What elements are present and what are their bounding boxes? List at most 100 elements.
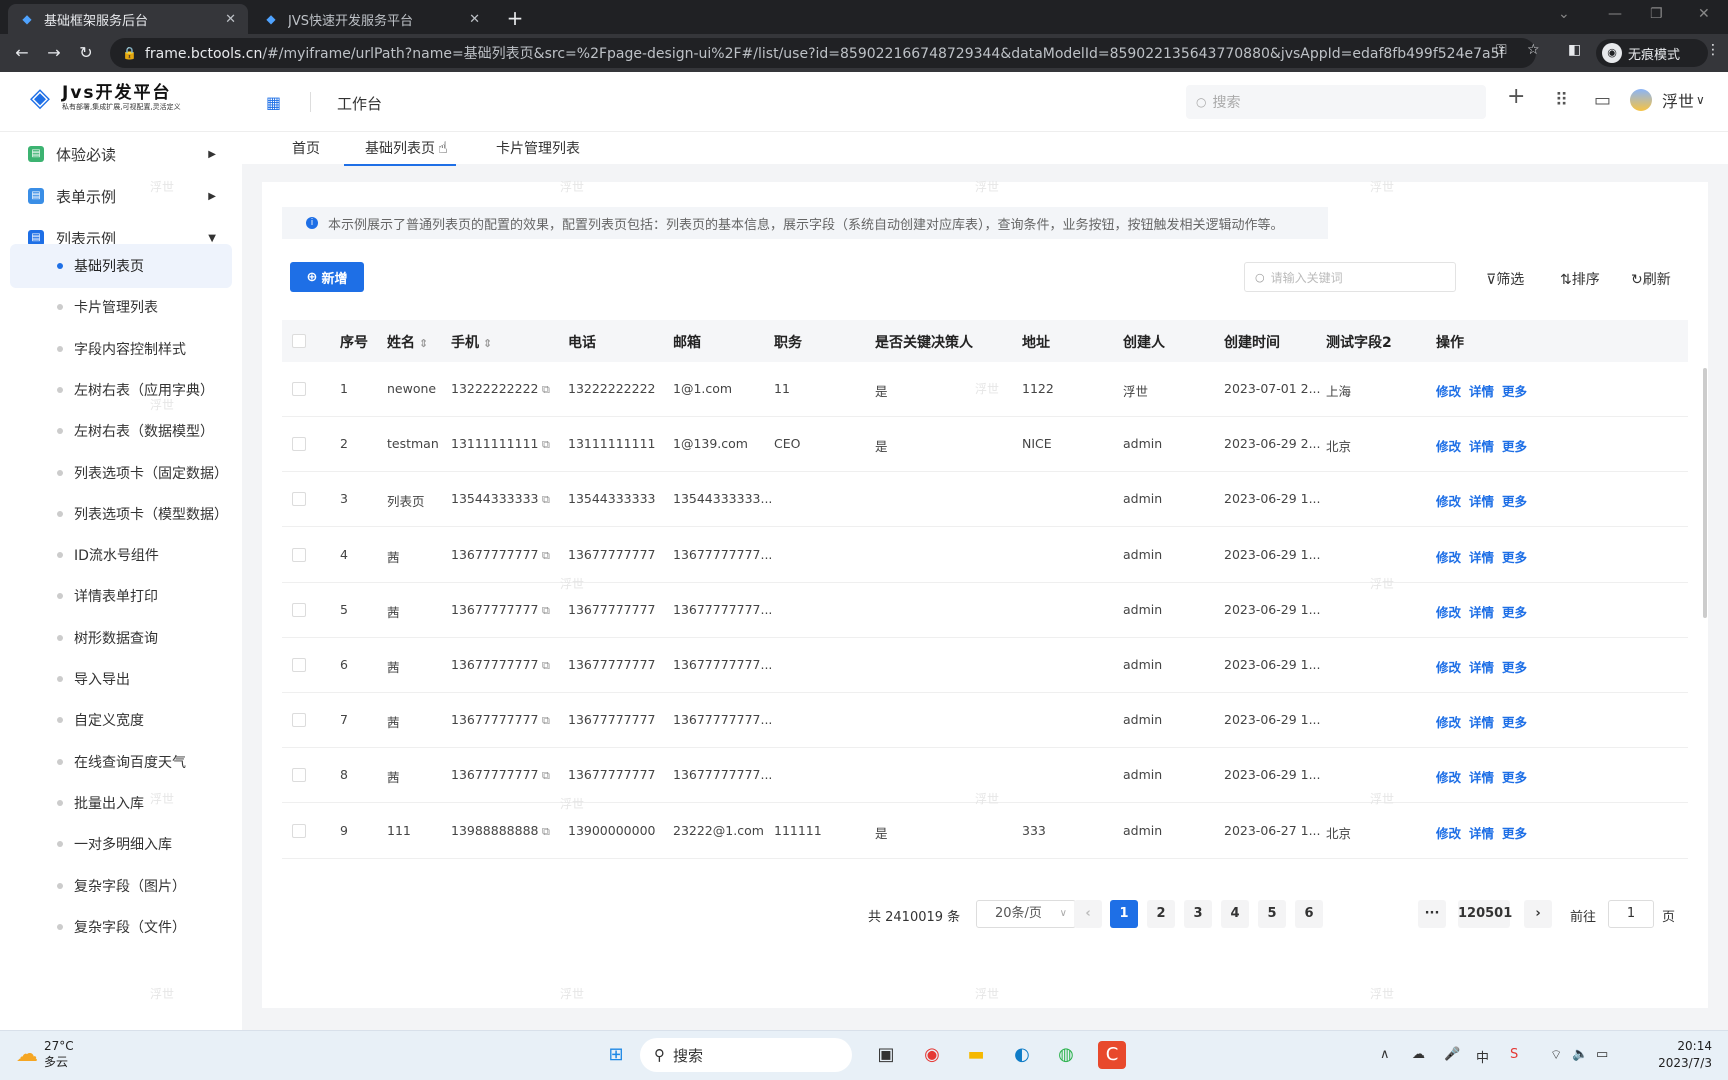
row-detail-link[interactable]: 详情 <box>1469 602 1494 621</box>
copy-icon[interactable]: ⧉ <box>538 493 550 506</box>
global-search-input[interactable]: ○ 搜索 <box>1186 85 1486 119</box>
taskbar-search[interactable]: ⚲ 搜索 <box>640 1038 852 1072</box>
sidebar-group-1[interactable]: ▤ 体验必读 ▶ <box>0 132 242 176</box>
row-detail-link[interactable]: 详情 <box>1469 436 1494 455</box>
row-checkbox[interactable] <box>292 823 306 838</box>
page-button[interactable]: 3 <box>1184 900 1212 928</box>
page-ellipsis[interactable]: ··· <box>1418 900 1446 928</box>
row-more-link[interactable]: 更多 <box>1502 436 1527 455</box>
sidebar-item[interactable]: 卡片管理列表 <box>10 285 232 329</box>
weather-widget[interactable]: ☁ 27°C 多云 <box>16 1039 74 1070</box>
row-checkbox[interactable] <box>292 492 306 507</box>
row-more-link[interactable]: 更多 <box>1502 767 1527 786</box>
chat-icon[interactable]: ▭ <box>1594 90 1611 111</box>
user-menu[interactable]: 浮世 ∨ <box>1630 88 1705 112</box>
cloud-icon[interactable]: ☁ <box>1412 1047 1425 1062</box>
apps-grid-icon[interactable]: ⠿ <box>1555 90 1568 111</box>
clock[interactable]: 20:14 2023/7/3 <box>1632 1038 1712 1072</box>
row-more-link[interactable]: 更多 <box>1502 491 1527 510</box>
chevron-down-icon[interactable]: ⌄ <box>1558 6 1570 22</box>
sidebar-item[interactable]: 树形数据查询 <box>10 616 232 660</box>
row-more-link[interactable]: 更多 <box>1502 602 1527 621</box>
sidebar-item[interactable]: 复杂字段（图片） <box>10 864 232 908</box>
volume-icon[interactable]: 🔈 <box>1572 1047 1588 1062</box>
copy-icon[interactable]: ⧉ <box>538 604 550 617</box>
copy-icon[interactable]: ⧉ <box>538 438 550 451</box>
battery-icon[interactable]: ▭ <box>1596 1047 1608 1062</box>
row-more-link[interactable]: 更多 <box>1502 381 1527 400</box>
row-more-link[interactable]: 更多 <box>1502 823 1527 842</box>
copy-icon[interactable]: ⧉ <box>538 769 550 782</box>
keyword-search-input[interactable]: ○ 请输入关键词 <box>1244 262 1456 292</box>
star-icon[interactable]: ☆ <box>1527 42 1540 58</box>
tray-app-icon[interactable]: S <box>1510 1047 1518 1062</box>
close-icon[interactable]: ✕ <box>469 12 480 27</box>
row-edit-link[interactable]: 修改 <box>1436 712 1461 731</box>
tab-home[interactable]: 首页 <box>292 138 320 158</box>
page-button[interactable]: 5 <box>1258 900 1286 928</box>
row-more-link[interactable]: 更多 <box>1502 657 1527 676</box>
workbench-link[interactable]: 工作台 <box>337 93 382 114</box>
more-menu-icon[interactable]: ⋮ <box>1706 42 1720 58</box>
row-checkbox[interactable] <box>292 547 306 562</box>
page-last[interactable]: 120501 <box>1458 900 1512 928</box>
wifi-icon[interactable]: ⌔ <box>1550 1047 1562 1063</box>
sidebar-item[interactable]: 左树右表（应用字典） <box>10 368 232 412</box>
row-edit-link[interactable]: 修改 <box>1436 657 1461 676</box>
row-checkbox[interactable] <box>292 382 306 396</box>
sidebar-item[interactable]: 字段内容控制样式 <box>10 327 232 371</box>
browser-tab-2[interactable]: ◆ JVS快速开发服务平台 ✕ <box>252 4 492 34</box>
sidebar-item[interactable]: 批量出入库 <box>10 781 232 825</box>
reload-icon[interactable]: ↻ <box>76 43 96 62</box>
sidebar-item[interactable]: 列表选项卡（固定数据） <box>10 451 232 495</box>
chrome-icon[interactable]: ◉ <box>918 1041 946 1069</box>
row-more-link[interactable]: 更多 <box>1502 712 1527 731</box>
sidebar-item[interactable]: 基础列表页 <box>10 244 232 288</box>
page-button[interactable]: 6 <box>1295 900 1323 928</box>
ime-icon[interactable]: 中 <box>1476 1047 1489 1066</box>
back-icon[interactable]: ← <box>12 43 32 62</box>
row-more-link[interactable]: 更多 <box>1502 547 1527 566</box>
row-checkbox[interactable] <box>292 437 306 452</box>
sidebar-item[interactable]: 导入导出 <box>10 657 232 701</box>
sidebar-item[interactable]: 列表选项卡（模型数据） <box>10 492 232 536</box>
row-edit-link[interactable]: 修改 <box>1436 381 1461 400</box>
prev-page-button[interactable]: ‹ <box>1074 900 1102 928</box>
row-edit-link[interactable]: 修改 <box>1436 491 1461 510</box>
select-all-checkbox[interactable] <box>292 334 306 348</box>
wechat-icon[interactable]: ◍ <box>1052 1041 1080 1069</box>
incognito-indicator[interactable]: ◉ 无痕模式 <box>1596 39 1708 67</box>
next-page-button[interactable]: › <box>1524 900 1552 928</box>
row-detail-link[interactable]: 详情 <box>1469 491 1494 510</box>
edge-icon[interactable]: ◐ <box>1008 1041 1036 1069</box>
key-icon[interactable]: ⚿ <box>1496 42 1507 58</box>
sidepanel-icon[interactable]: ◧ <box>1568 42 1581 58</box>
sidebar-item[interactable]: 详情表单打印 <box>10 574 232 618</box>
sidebar-group-2[interactable]: ▤ 表单示例 ▶ <box>0 174 242 218</box>
row-detail-link[interactable]: 详情 <box>1469 657 1494 676</box>
table-scrollbar[interactable] <box>1703 368 1707 618</box>
new-tab-button[interactable]: + <box>502 6 528 32</box>
copy-icon[interactable]: ⧉ <box>538 714 550 727</box>
row-edit-link[interactable]: 修改 <box>1436 436 1461 455</box>
minimize-button[interactable]: — <box>1608 6 1622 22</box>
row-edit-link[interactable]: 修改 <box>1436 823 1461 842</box>
plus-icon[interactable]: + <box>1507 84 1525 109</box>
page-button[interactable]: 4 <box>1221 900 1249 928</box>
row-edit-link[interactable]: 修改 <box>1436 547 1461 566</box>
add-button[interactable]: ⊕ 新增 <box>290 262 364 292</box>
page-size-select[interactable]: 20条/页 ∨ <box>976 900 1076 928</box>
refresh-button[interactable]: ↻刷新 <box>1631 269 1671 289</box>
chevron-up-icon[interactable]: ∧ <box>1380 1047 1390 1062</box>
row-detail-link[interactable]: 详情 <box>1469 381 1494 400</box>
row-detail-link[interactable]: 详情 <box>1469 823 1494 842</box>
row-checkbox[interactable] <box>292 658 306 672</box>
filter-button[interactable]: ⊽筛选 <box>1486 269 1524 289</box>
page-button[interactable]: 2 <box>1147 900 1175 928</box>
sidebar-item[interactable]: 左树右表（数据模型） <box>10 409 232 453</box>
row-detail-link[interactable]: 详情 <box>1469 547 1494 566</box>
sidebar-item[interactable]: 复杂字段（文件） <box>10 905 232 949</box>
row-detail-link[interactable]: 详情 <box>1469 767 1494 786</box>
copy-icon[interactable]: ⧉ <box>538 383 550 396</box>
sidebar-item[interactable]: 一对多明细入库 <box>10 822 232 866</box>
